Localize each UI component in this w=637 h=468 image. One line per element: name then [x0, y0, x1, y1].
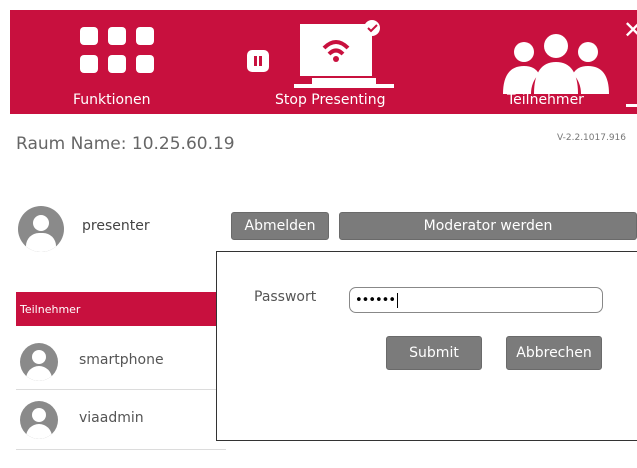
participants-list-header: Teilnehmer — [16, 292, 226, 326]
submit-button[interactable]: Submit — [386, 336, 482, 370]
text-caret — [397, 292, 399, 308]
user-avatar-icon — [20, 401, 58, 439]
close-icon[interactable]: ✕ — [623, 18, 637, 42]
password-dialog: Passwort •••••• Submit Abbrechen — [216, 251, 637, 441]
version-label: V-2.2.1017.916 — [557, 133, 626, 143]
presenter-name: presenter — [82, 218, 150, 234]
password-value: •••••• — [355, 292, 396, 308]
cancel-button[interactable]: Abbrechen — [506, 336, 602, 370]
presenter-avatar — [18, 206, 64, 252]
stop-presenting-label[interactable]: Stop Presenting — [275, 92, 385, 108]
monitor-wifi-icon[interactable] — [294, 20, 394, 92]
minus-icon[interactable] — [626, 104, 637, 107]
grid-icon[interactable] — [80, 27, 154, 77]
become-moderator-button[interactable]: Moderator werden — [339, 212, 637, 240]
logout-button[interactable]: Abmelden — [231, 212, 329, 240]
participant-name: smartphone — [79, 352, 164, 368]
user-avatar-icon — [20, 343, 58, 381]
password-input[interactable]: •••••• — [349, 287, 603, 313]
participants-tab-label[interactable]: Teilnehmer — [507, 92, 584, 108]
room-name: Raum Name: 10.25.60.19 — [16, 134, 235, 154]
password-label: Passwort — [254, 289, 317, 305]
top-toolbar: Funktionen Stop Presenting Teilnehmer ✕ — [10, 10, 637, 114]
participant-name: viaadmin — [79, 410, 144, 426]
functions-label[interactable]: Funktionen — [73, 92, 150, 108]
pause-icon[interactable] — [247, 50, 269, 72]
participant-row[interactable]: viaadmin — [16, 390, 226, 450]
participant-row[interactable]: smartphone — [16, 330, 226, 390]
people-icon[interactable] — [501, 32, 611, 94]
